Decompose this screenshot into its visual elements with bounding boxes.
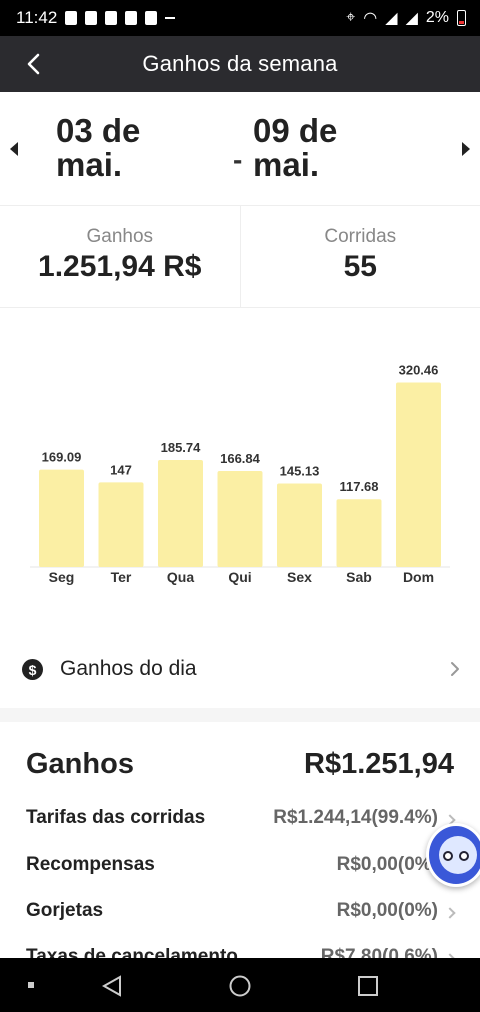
nav-recents-icon[interactable] [356,974,380,998]
chart-category-label: Qua [167,569,194,585]
triangle-left-icon [10,142,18,156]
chart-bar-qua[interactable] [158,460,203,567]
breakdown-row-tips[interactable]: Gorjetas R$0,00(0%) [26,896,454,926]
chart-category-label: Sab [346,569,372,585]
bar-chart: 169.09 Seg 147 Ter 185.74 Qua 166.84 Qui 145.13 S… [30,362,450,585]
breakdown-row-fares[interactable]: Tarifas das corridas R$1.244,14(99.4%) [26,803,454,833]
menu-dot-icon[interactable] [26,974,36,996]
earnings-value: 1.251,94 R$ [38,250,202,283]
chart-value-label: 147 [110,462,132,477]
app-icon [125,11,138,25]
chart-value-label: 117.68 [339,479,378,494]
earnings-breakdown-header: Ganhos R$1.251,94 [26,748,454,781]
breakdown-row-name: Tarifas das corridas [26,807,206,828]
daily-earnings-row[interactable]: $ Ganhos do dia [0,644,480,696]
daily-earnings-chart: 169.09 Seg 147 Ter 185.74 Qua 166.84 Qui 145.13 S… [0,308,480,608]
nav-back-icon[interactable] [100,974,124,998]
rides-summary: Corridas 55 [239,206,480,307]
chart-value-label: 185.74 [161,440,202,455]
chevron-left-icon [27,53,40,75]
signal-icon-2: ◢ [405,10,418,27]
breakdown-row-rewards[interactable]: Recompensas R$0,00(0%) [26,850,454,880]
week-start-date: 03 de mai. [56,114,186,182]
chart-value-label: 320.46 [399,362,439,377]
nav-home-icon[interactable] [228,974,252,998]
wifi-icon: ◠ [363,10,378,27]
chart-value-label: 166.84 [220,451,261,466]
status-time: 11:42 [16,8,58,27]
date-separator: - [233,144,243,175]
facebook-icon [105,11,118,25]
chart-bar-sex[interactable] [277,483,322,567]
previous-week-button[interactable] [4,138,24,160]
chart-bar-qui[interactable] [217,470,263,567]
chart-bar-seg[interactable] [39,469,84,567]
chart-category-label: Ter [111,569,132,585]
section-divider [0,708,480,722]
more-notifications-icon [165,17,176,19]
breakdown-row-cancellation[interactable]: Taxas de cancelamento R$7,80(0.6%) [26,942,454,958]
battery-percent: 2% [425,9,449,26]
week-end-line2: mai. [253,146,320,183]
breakdown-row-name: Recompensas [26,854,155,875]
earnings-breakdown-title: Ganhos [26,748,134,780]
chart-value-label: 145.13 [280,463,320,478]
location-icon: ⌖ [346,9,356,26]
status-bar: 11:42 ⌖ ◠ ◢ ◢ 2% [0,0,480,36]
system-navigation-bar [0,958,480,1012]
chart-bar-dom[interactable] [396,382,441,567]
chart-category-label: Seg [49,569,75,585]
assistant-eye [459,851,469,861]
battery-icon [457,10,466,26]
week-selector: 03 de mai. - 09 de mai. [0,92,480,206]
chart-bar-sab[interactable] [336,499,382,567]
notification-icon [65,11,78,25]
signal-icon: ◢ [385,10,398,27]
breakdown-row-name: Taxas de cancelamento [26,946,238,958]
chevron-right-icon [451,662,459,676]
app-icon-2 [145,11,158,25]
earnings-breakdown-total: R$1.251,94 [304,748,454,780]
daily-earnings-label: Ganhos do dia [60,657,197,680]
chart-bar-ter[interactable] [98,482,144,567]
week-start-line2: mai. [56,146,123,183]
page-title: Ganhos da semana [142,51,338,76]
chart-category-label: Sex [287,569,312,585]
back-button[interactable] [18,48,50,80]
earnings-summary: Ganhos 1.251,94 R$ [0,206,240,307]
triangle-right-icon [462,142,470,156]
chart-category-label: Qui [228,569,251,585]
dollar-icon: $ [22,659,43,680]
rides-value: 55 [343,250,377,283]
assistant-eye [443,851,453,861]
breakdown-row-amount: R$0,00(0%) [337,900,454,922]
rides-label: Corridas [324,226,397,247]
chart-category-label: Dom [403,569,434,585]
week-end-line1: 09 de [253,112,338,149]
earnings-label: Ganhos [86,226,154,247]
weekly-summary: Ganhos 1.251,94 R$ Corridas 55 [0,206,480,308]
assistant-button[interactable] [426,823,480,887]
earnings-breakdown: Ganhos R$1.251,94 Tarifas das corridas R… [0,722,480,958]
app-header: Ganhos da semana [0,36,480,92]
chart-value-label: 169.09 [42,450,82,465]
breakdown-row-name: Gorjetas [26,900,104,921]
news-icon [85,11,98,25]
assistant-face-icon [439,836,477,874]
breakdown-row-amount: R$7,80(0.6%) [321,946,454,958]
next-week-button[interactable] [456,138,476,160]
week-start-line1: 03 de [56,112,141,149]
week-end-date: 09 de mai. [253,114,383,182]
breakdown-row-amount: R$1.244,14(99.4%) [273,807,454,829]
